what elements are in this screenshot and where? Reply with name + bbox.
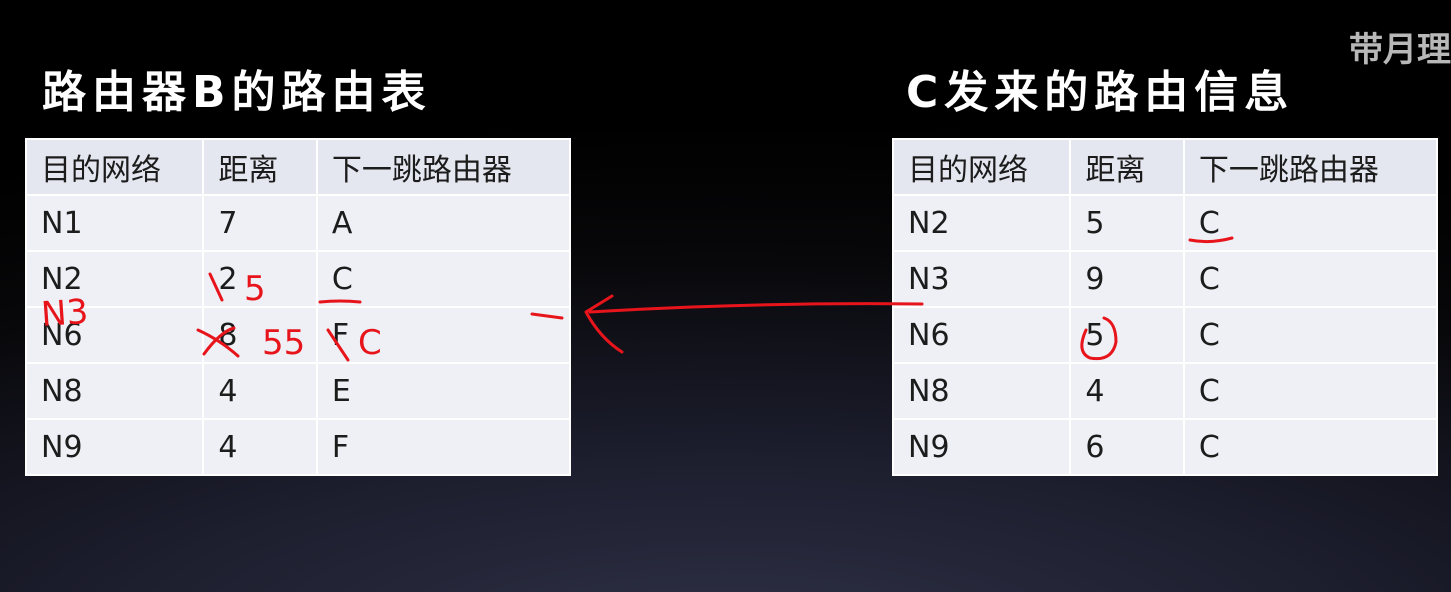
table-row: N8 4 C	[891, 362, 1439, 420]
table-row: N9 6 C	[891, 418, 1439, 476]
cell-distance: 8	[202, 306, 318, 364]
cell-distance: 7	[202, 194, 318, 252]
table-header-row: 目的网络 距离 下一跳路由器	[891, 138, 1439, 196]
cell-next-hop: C	[1182, 250, 1439, 308]
cell-destination: N8	[24, 362, 205, 420]
cell-destination: N1	[24, 194, 205, 252]
header-distance: 距离	[1069, 138, 1185, 196]
cell-next-hop: A	[315, 194, 572, 252]
table-row: N8 4 E	[24, 362, 572, 420]
update-arrow-head	[584, 294, 624, 354]
cell-destination: N8	[891, 362, 1072, 420]
cell-distance: 5	[1069, 194, 1185, 252]
header-next-hop: 下一跳路由器	[315, 138, 572, 196]
left-table-title: 路由器B的路由表	[42, 67, 432, 118]
cell-next-hop: F	[315, 418, 572, 476]
cell-next-hop: E	[315, 362, 572, 420]
cell-destination: N9	[891, 418, 1072, 476]
table-row: N2 5 C	[891, 194, 1439, 252]
cell-distance: 4	[202, 362, 318, 420]
header-destination: 目的网络	[24, 138, 205, 196]
table-row: N6 8 F	[24, 306, 572, 364]
watermark: 带月理	[1349, 30, 1451, 70]
table-row: N3 9 C	[891, 250, 1439, 308]
cell-destination: N6	[24, 306, 205, 364]
update-arrow-line	[588, 302, 924, 314]
header-destination: 目的网络	[891, 138, 1072, 196]
cell-destination: N3	[891, 250, 1072, 308]
cell-destination: N2	[24, 250, 205, 308]
cell-destination: N9	[24, 418, 205, 476]
cell-next-hop: C	[315, 250, 572, 308]
cell-next-hop: C	[1182, 306, 1439, 364]
header-distance: 距离	[202, 138, 318, 196]
table-row: N6 5 C	[891, 306, 1439, 364]
header-next-hop: 下一跳路由器	[1182, 138, 1439, 196]
cell-distance: 5	[1069, 306, 1185, 364]
right-table-title: C发来的路由信息	[906, 67, 1295, 118]
cell-distance: 4	[202, 418, 318, 476]
cell-next-hop: C	[1182, 362, 1439, 420]
cell-distance: 2	[202, 250, 318, 308]
table-row: N9 4 F	[24, 418, 572, 476]
cell-destination: N2	[891, 194, 1072, 252]
cell-distance: 4	[1069, 362, 1185, 420]
cell-next-hop: C	[1182, 194, 1439, 252]
cell-next-hop: F	[315, 306, 572, 364]
table-row: N1 7 A	[24, 194, 572, 252]
cell-destination: N6	[891, 306, 1072, 364]
cell-distance: 6	[1069, 418, 1185, 476]
router-c-advertisement-table: 目的网络 距离 下一跳路由器 N2 5 C N3 9 C N6 5 C N8 4…	[891, 138, 1439, 476]
cell-next-hop: C	[1182, 418, 1439, 476]
cell-distance: 9	[1069, 250, 1185, 308]
table-row: N2 2 C	[24, 250, 572, 308]
router-b-routing-table: 目的网络 距离 下一跳路由器 N1 7 A N2 2 C N6 8 F N8 4…	[24, 138, 572, 476]
table-header-row: 目的网络 距离 下一跳路由器	[24, 138, 572, 196]
